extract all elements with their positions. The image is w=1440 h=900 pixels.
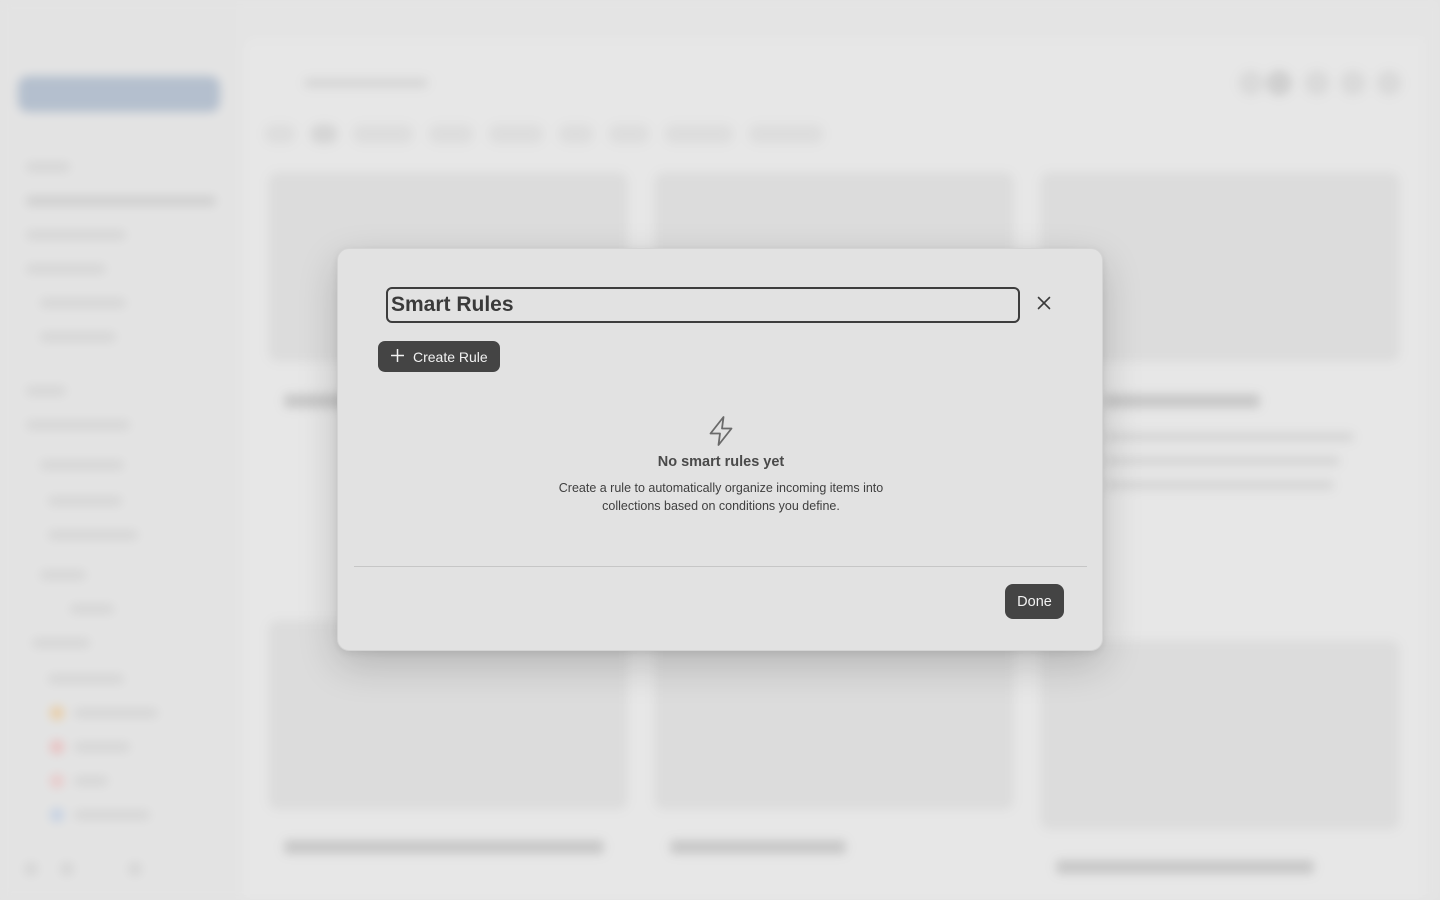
done-button[interactable]: Done	[1005, 584, 1064, 619]
create-rule-label: Create Rule	[413, 348, 488, 365]
empty-state: No smart rules yet Create a rule to auto…	[338, 415, 1104, 515]
create-rule-button[interactable]: Create Rule	[378, 341, 500, 372]
empty-state-title: No smart rules yet	[657, 454, 785, 470]
plus-icon	[390, 348, 405, 365]
rules-title-input[interactable]	[386, 287, 1020, 323]
close-icon	[1037, 296, 1051, 315]
lightning-bolt-icon	[706, 415, 736, 447]
footer-divider	[354, 566, 1087, 567]
empty-state-description: Create a rule to automatically organize …	[558, 481, 884, 513]
close-button[interactable]	[1030, 291, 1058, 319]
smart-rules-dialog: Create Rule No smart rules yet Create a …	[337, 248, 1103, 651]
